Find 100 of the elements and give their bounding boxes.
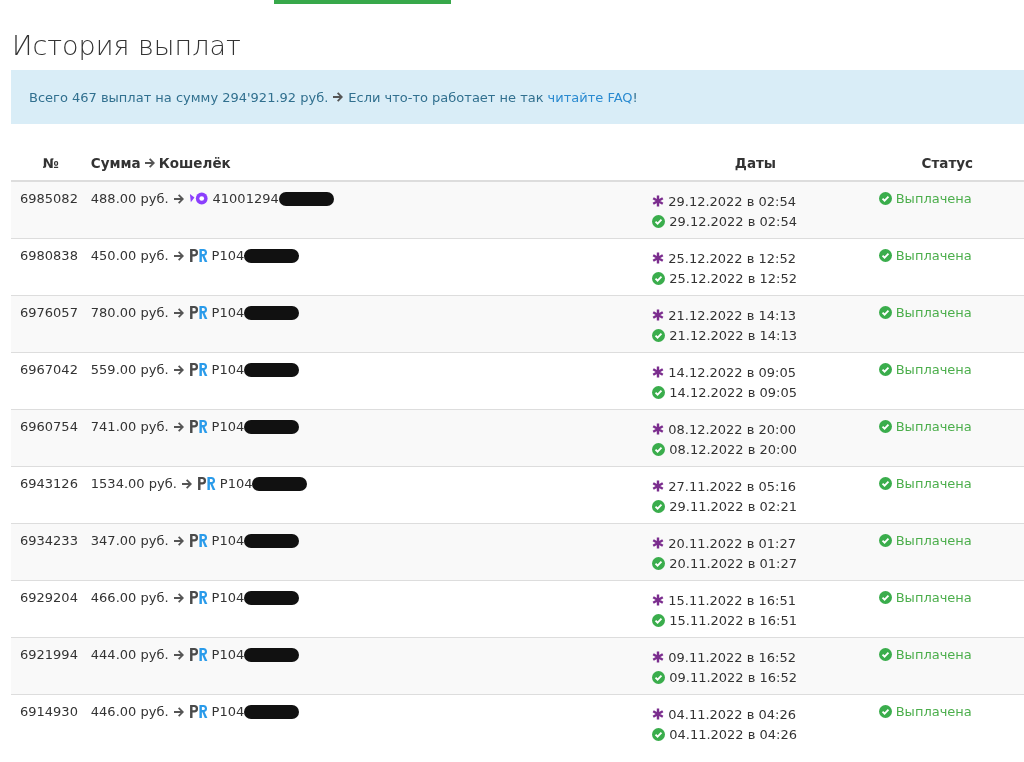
- redaction-mark: [244, 533, 300, 548]
- amount-text: 559.00 руб.: [90, 362, 169, 377]
- faq-link[interactable]: читайте FAQ: [547, 89, 633, 105]
- check-circle-icon: [878, 705, 892, 718]
- wallet-number: P104: [211, 590, 245, 605]
- wallet-logo-icon: [188, 590, 208, 605]
- created-date: 15.11.2022 в 16:51: [668, 592, 797, 608]
- wallet-logo-icon: [188, 248, 208, 263]
- redaction-mark: [244, 647, 300, 662]
- check-circle-icon: [652, 670, 666, 684]
- check-circle-icon: [878, 477, 892, 490]
- created-date: 20.11.2022 в 01:27: [668, 535, 797, 551]
- status-text: Выплачена: [895, 419, 972, 434]
- payout-id: 6914930: [20, 704, 78, 719]
- redaction-mark: [244, 248, 300, 263]
- paid-date: 20.11.2022 в 01:27: [669, 555, 798, 571]
- wallet-number: P104: [211, 647, 245, 662]
- check-circle-icon: [652, 499, 666, 513]
- wallet-number: P104: [211, 704, 245, 719]
- wallet-number: P104: [211, 362, 245, 377]
- status-text: Выплачена: [895, 248, 972, 263]
- check-circle-icon: [652, 613, 666, 627]
- payout-id: 6943126: [20, 476, 78, 491]
- amount-text: 488.00 руб.: [90, 191, 169, 206]
- asterisk-icon: [652, 252, 665, 264]
- created-date: 04.11.2022 в 04:26: [668, 706, 797, 722]
- payout-id: 6967042: [20, 362, 78, 377]
- paid-date: 25.12.2022 в 12:52: [669, 270, 798, 286]
- wallet-number: P104: [219, 476, 253, 491]
- asterisk-icon: [652, 594, 665, 606]
- check-circle-icon: [878, 249, 892, 262]
- wallet-number: 41001294: [212, 191, 279, 206]
- paid-date: 15.11.2022 в 16:51: [669, 612, 798, 628]
- help-text: Если что-то работает не так: [348, 89, 544, 105]
- created-date: 21.12.2022 в 14:13: [668, 307, 797, 323]
- paid-date: 29.11.2022 в 02:21: [669, 498, 798, 514]
- redaction-mark: [244, 590, 300, 605]
- wallet-logo-icon: [188, 647, 208, 662]
- asterisk-icon: [652, 423, 665, 435]
- status-text: Выплачена: [895, 647, 972, 662]
- arrow-icon: [332, 91, 345, 103]
- wallet-logo-icon: [188, 362, 208, 377]
- asterisk-icon: [652, 651, 665, 663]
- payout-id: 6934233: [20, 533, 78, 548]
- redaction-mark: [252, 476, 308, 491]
- check-circle-icon: [878, 591, 892, 604]
- check-circle-icon: [652, 214, 666, 228]
- paid-date: 21.12.2022 в 14:13: [669, 327, 798, 343]
- wallet-logo-icon: [188, 192, 209, 205]
- payout-id: 6929204: [20, 590, 78, 605]
- asterisk-icon: [652, 708, 665, 720]
- check-circle-icon: [652, 727, 666, 741]
- asterisk-icon: [652, 366, 665, 378]
- redaction-mark: [244, 704, 300, 719]
- payout-id: 6960754: [20, 419, 78, 434]
- wallet-number: P104: [211, 248, 245, 263]
- created-date: 27.11.2022 в 05:16: [668, 478, 797, 494]
- wallet-number: P104: [211, 419, 245, 434]
- arrow-icon: [143, 157, 156, 169]
- check-circle-icon: [652, 556, 666, 570]
- arrow-icon: [172, 306, 185, 319]
- check-circle-icon: [652, 442, 666, 456]
- created-date: 25.12.2022 в 12:52: [668, 250, 797, 266]
- wallet-logo-icon: [188, 419, 208, 434]
- created-date: 14.12.2022 в 09:05: [668, 364, 797, 380]
- status-text: Выплачена: [895, 590, 972, 605]
- check-circle-icon: [878, 420, 892, 433]
- paid-date: 08.12.2022 в 20:00: [669, 441, 798, 457]
- payout-id: 6921994: [20, 647, 78, 662]
- status-text: Выплачена: [895, 476, 972, 491]
- column-header: Сумма: [90, 155, 141, 171]
- arrow-icon: [180, 477, 193, 490]
- check-circle-icon: [652, 328, 666, 342]
- check-circle-icon: [878, 192, 892, 205]
- status-text: Выплачена: [895, 191, 972, 206]
- amount-text: 780.00 руб.: [90, 305, 169, 320]
- paid-date: 14.12.2022 в 09:05: [669, 384, 798, 400]
- amount-text: 741.00 руб.: [90, 419, 169, 434]
- payout-id: 6985082: [20, 191, 78, 206]
- paid-date: 04.11.2022 в 04:26: [669, 726, 798, 742]
- wallet-logo-icon: [188, 704, 208, 719]
- asterisk-icon: [652, 309, 665, 321]
- wallet-logo-icon: [188, 305, 208, 320]
- exclamation-text: !: [632, 89, 638, 105]
- page-title: История выплат: [12, 29, 242, 63]
- check-circle-icon: [652, 385, 666, 399]
- status-text: Выплачена: [895, 362, 972, 377]
- payout-id: 6976057: [20, 305, 78, 320]
- check-circle-icon: [878, 363, 892, 376]
- redaction-mark: [244, 362, 300, 377]
- check-circle-icon: [878, 306, 892, 319]
- wallet-number: P104: [211, 305, 245, 320]
- amount-text: 1534.00 руб.: [90, 476, 177, 491]
- amount-text: 347.00 руб.: [90, 533, 169, 548]
- asterisk-icon: [652, 195, 665, 207]
- amount-text: 444.00 руб.: [90, 647, 169, 662]
- paid-date: 09.11.2022 в 16:52: [669, 669, 798, 685]
- status-text: Выплачена: [895, 704, 972, 719]
- status-text: Выплачена: [895, 305, 972, 320]
- redaction-mark: [244, 419, 300, 434]
